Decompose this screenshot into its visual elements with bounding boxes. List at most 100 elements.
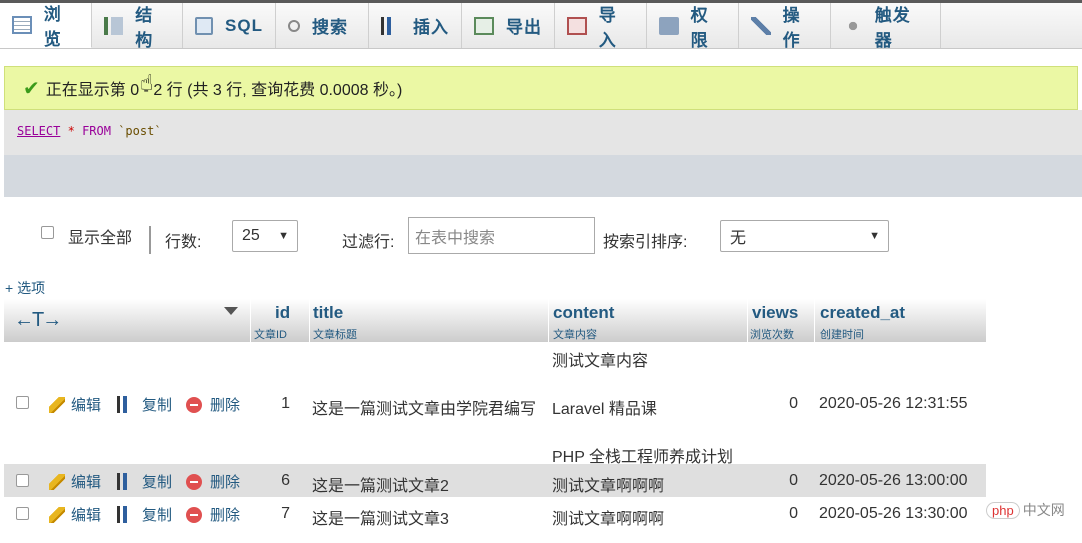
edit-button[interactable]: 编辑 <box>49 471 101 492</box>
column-header-id[interactable]: id <box>275 303 290 323</box>
cell-created-at: 2020-05-26 13:30:00 <box>819 505 968 522</box>
table-header: ←T→ id 文章ID title 文章标题 content 文章内容 view… <box>4 299 986 342</box>
triggers-icon <box>843 16 863 35</box>
cell-content-line: Laravel 精品课 <box>552 401 657 418</box>
sql-table-name: `post` <box>118 124 162 138</box>
rows-select[interactable]: 25 ▼ <box>232 220 298 252</box>
delete-label: 删除 <box>210 474 241 491</box>
tab-search[interactable]: 搜索 <box>276 3 369 48</box>
copy-icon <box>117 506 134 523</box>
tab-label: 导出 <box>506 18 542 37</box>
chevron-down-icon: ▼ <box>278 230 289 242</box>
column-comment-views: 浏览次数 <box>750 329 794 341</box>
column-comment-content: 文章内容 <box>553 329 597 341</box>
edit-button[interactable]: 编辑 <box>49 394 101 415</box>
sort-select[interactable]: 无 ▼ <box>720 220 889 252</box>
column-comment-created-at: 创建时间 <box>820 329 864 341</box>
tab-privileges[interactable]: 权限 <box>647 3 739 50</box>
cell-created-at: 2020-05-26 13:00:00 <box>819 472 968 489</box>
copy-button[interactable]: 复制 <box>117 504 172 525</box>
insert-icon <box>381 16 401 35</box>
tab-triggers[interactable]: 触发器 <box>831 3 941 50</box>
copy-icon <box>117 396 134 413</box>
edit-button[interactable]: 编辑 <box>49 504 101 525</box>
column-header-title[interactable]: title <box>313 303 343 323</box>
tab-operations[interactable]: 操作 <box>739 3 831 50</box>
cell-views: 0 <box>789 472 798 489</box>
copy-button[interactable]: 复制 <box>117 471 172 492</box>
tab-structure[interactable]: 结构 <box>92 3 183 50</box>
copy-label: 复制 <box>142 397 173 414</box>
chevron-down-icon: ▼ <box>869 230 880 242</box>
tab-label: SQL <box>225 15 263 35</box>
rows-select-value: 25 <box>242 227 260 244</box>
mouse-pointer-icon: ☝ <box>140 70 154 95</box>
tab-bar: 浏览 结构 SQL 搜索 插入 导出 导入 权限 操作 触发器 <box>0 3 1082 50</box>
pencil-icon <box>49 396 65 413</box>
row-checkbox[interactable] <box>16 396 29 409</box>
tab-sql[interactable]: SQL <box>183 3 276 48</box>
column-comment-title: 文章标题 <box>313 329 357 341</box>
show-all-label: 显示全部 <box>68 230 133 247</box>
cell-views: 0 <box>789 505 798 522</box>
tab-insert[interactable]: 插入 <box>369 3 462 48</box>
delete-button[interactable]: 删除 <box>186 504 240 525</box>
filter-input[interactable]: 在表中搜索 <box>408 217 595 254</box>
structure-icon <box>104 16 124 35</box>
browse-icon <box>12 16 32 34</box>
column-separator <box>548 299 549 342</box>
divider <box>149 226 151 254</box>
watermark: php 中文网 <box>986 500 1065 520</box>
column-header-content[interactable]: content <box>553 303 614 323</box>
table-row: 编辑 复制 删除 6 这是一篇测试文章2 测试文章啊啊啊 0 2020-05-2… <box>4 464 986 497</box>
show-all-checkbox[interactable] <box>41 226 54 239</box>
tab-label: 搜索 <box>312 18 348 37</box>
row-checkbox[interactable] <box>16 474 29 487</box>
sort-dropdown-icon[interactable] <box>224 307 238 315</box>
copy-label: 复制 <box>142 474 173 491</box>
tab-browse[interactable]: 浏览 <box>0 3 92 49</box>
sql-query-box: SELECT * FROM `post` <box>4 110 1082 155</box>
cell-title: 这是一篇测试文章3 <box>312 511 449 528</box>
delete-button[interactable]: 删除 <box>186 471 240 492</box>
edit-label: 编辑 <box>71 474 102 491</box>
column-separator <box>814 299 815 342</box>
column-header-views[interactable]: views <box>752 303 798 323</box>
success-message: ✔ 正在显示第 0 - 2 行 (共 3 行, 查询花费 0.0008 秒。) <box>4 66 1078 110</box>
tab-import[interactable]: 导入 <box>555 3 647 50</box>
tab-label: 权限 <box>690 5 709 50</box>
column-separator <box>309 299 310 342</box>
sort-select-value: 无 <box>730 230 747 247</box>
cell-id: 7 <box>281 505 290 522</box>
column-nav-arrows[interactable]: ←T→ <box>14 309 62 332</box>
cell-content: 测试文章啊啊啊 <box>552 478 665 495</box>
cell-content: 测试文章啊啊啊 <box>552 511 665 528</box>
delete-button[interactable]: 删除 <box>186 394 240 415</box>
import-icon <box>567 16 587 35</box>
cell-views: 0 <box>789 395 798 412</box>
delete-icon <box>186 396 202 413</box>
table-row: 编辑 复制 删除 1 这是一篇测试文章由学院君编写 测试文章内容 Laravel… <box>4 342 986 466</box>
watermark-badge: php <box>986 501 1020 519</box>
navigation-controls: 显示全部 行数: 25 ▼ 过滤行: 在表中搜索 按索引排序: 无 ▼ <box>0 216 1082 256</box>
operations-icon <box>751 16 771 35</box>
copy-button[interactable]: 复制 <box>117 394 172 415</box>
cell-id: 6 <box>281 472 290 489</box>
checkmark-icon: ✔ <box>23 77 40 100</box>
cell-title: 这是一篇测试文章2 <box>312 478 449 495</box>
column-header-created-at[interactable]: created_at <box>820 303 905 323</box>
delete-icon <box>186 506 202 523</box>
tab-label: 操作 <box>782 5 801 50</box>
tab-export[interactable]: 导出 <box>462 3 555 48</box>
options-link[interactable]: + 选项 <box>5 278 45 298</box>
table-row: 编辑 复制 删除 7 这是一篇测试文章3 测试文章啊啊啊 0 2020-05-2… <box>4 497 986 530</box>
cell-content-line: 测试文章内容 <box>552 353 649 370</box>
sql-select-keyword[interactable]: SELECT <box>17 124 60 138</box>
copy-icon <box>117 473 134 490</box>
success-text: 正在显示第 0 - 2 行 (共 3 行, 查询花费 0.0008 秒。) <box>45 82 403 99</box>
row-checkbox[interactable] <box>16 507 29 520</box>
cell-created-at: 2020-05-26 12:31:55 <box>819 395 968 412</box>
edit-label: 编辑 <box>71 507 102 524</box>
cell-title: 这是一篇测试文章由学院君编写 <box>312 401 537 418</box>
tab-label: 导入 <box>598 5 617 50</box>
